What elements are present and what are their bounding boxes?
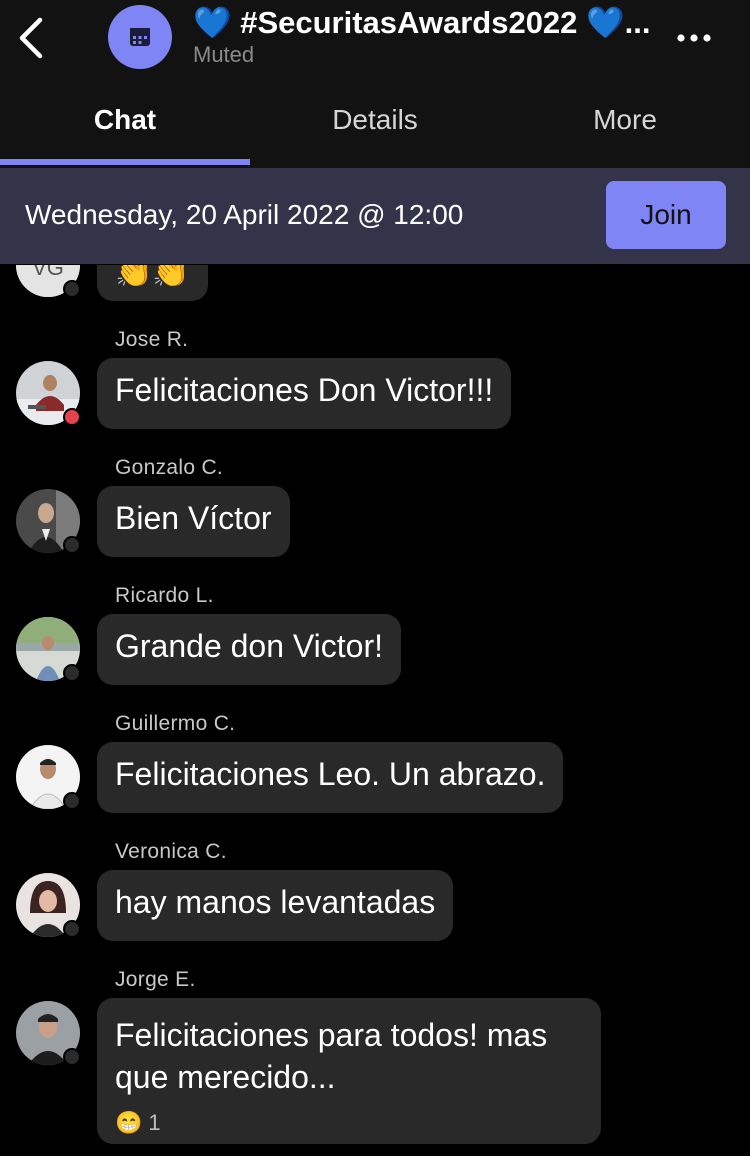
active-tab-indicator (0, 159, 250, 165)
meeting-avatar[interactable] (108, 5, 172, 69)
message-author: Jose R. (115, 328, 189, 351)
tab-bar: Chat Details More (0, 80, 750, 169)
presence-status-icon (63, 280, 81, 298)
meeting-datetime: Wednesday, 20 April 2022 @ 12:00 (25, 199, 464, 230)
join-button[interactable]: Join (606, 181, 726, 249)
tab-details[interactable]: Details (250, 80, 500, 160)
presence-status-icon (63, 920, 81, 938)
message-bubble[interactable]: Felicitaciones para todos! mas que merec… (97, 998, 601, 1144)
message-list[interactable]: VG 👏👏 Jose R. Felicitaciones Don Victor!… (0, 265, 750, 1156)
presence-status-icon (63, 792, 81, 810)
message-author: Gonzalo C. (115, 456, 224, 479)
message-bubble[interactable]: Grande don Victor! (97, 614, 402, 685)
ellipsis-icon (677, 34, 711, 42)
reaction-chip[interactable]: 😁 1 (115, 1102, 583, 1144)
back-button[interactable] (14, 16, 54, 60)
chat-title[interactable]: 💙 #SecuritasAwards2022 💙... (193, 4, 663, 41)
presence-status-icon (63, 536, 81, 554)
grinning-emoji-icon: 😁 (115, 1110, 143, 1135)
message-bubble[interactable]: Felicitaciones Leo. Un abrazo. (97, 742, 564, 813)
tab-more[interactable]: More (500, 80, 750, 160)
presence-status-icon (63, 664, 81, 682)
more-options-button[interactable] (672, 20, 722, 52)
message-bubble[interactable]: hay manos levantadas (97, 870, 454, 941)
svg-text:VG: VG (32, 265, 64, 280)
message-bubble[interactable]: Bien Víctor (97, 486, 290, 557)
message-text: Felicitaciones para todos! mas que merec… (115, 1017, 548, 1095)
message-author: Guillermo C. (115, 712, 236, 735)
message-author: Ricardo L. (115, 584, 214, 607)
reaction-count: 1 (148, 1110, 161, 1135)
message-author: Veronica C. (115, 840, 227, 863)
chat-header: 💙 #SecuritasAwards2022 💙... Muted (0, 0, 750, 80)
calendar-icon (130, 28, 150, 46)
presence-busy-icon (63, 408, 81, 426)
chevron-left-icon (19, 17, 43, 59)
chat-subtitle: Muted (193, 42, 255, 67)
message-bubble[interactable]: 👏👏 (97, 265, 208, 301)
message-author: Jorge E. (115, 968, 196, 991)
presence-status-icon (63, 1048, 81, 1066)
message-bubble[interactable]: Felicitaciones Don Victor!!! (97, 358, 512, 429)
tab-chat[interactable]: Chat (0, 80, 250, 160)
meeting-banner: Wednesday, 20 April 2022 @ 12:00 Join (0, 168, 750, 264)
